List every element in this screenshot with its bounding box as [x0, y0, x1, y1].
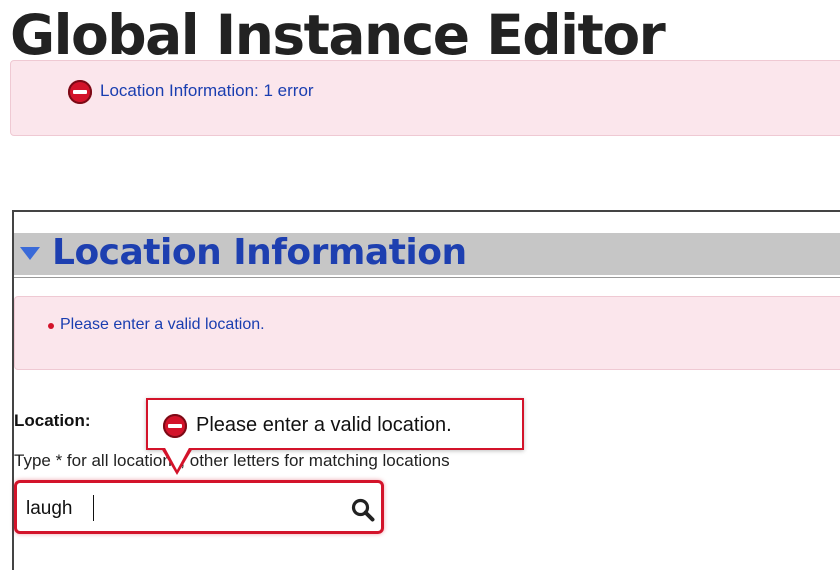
page-title: Global Instance Editor: [10, 3, 666, 67]
error-bullet: [48, 323, 54, 329]
location-help-text: Type * for all locations, other letters …: [14, 451, 450, 470]
tooltip-text: Please enter a valid location.: [196, 414, 452, 436]
error-stop-icon: [68, 80, 92, 104]
section-divider: [14, 277, 840, 278]
error-summary-link[interactable]: Location Information: 1 error: [100, 81, 314, 101]
tooltip-arrow-fill: [164, 446, 190, 470]
location-input[interactable]: [26, 497, 326, 521]
field-error-message: Please enter a valid location.: [60, 316, 265, 333]
error-stop-icon: [163, 414, 187, 438]
search-icon[interactable]: [350, 497, 376, 523]
triangle-down-icon[interactable]: [20, 247, 40, 260]
text-cursor: [93, 495, 94, 521]
section-title[interactable]: Location Information: [52, 230, 467, 276]
location-label: Location:: [14, 411, 91, 430]
